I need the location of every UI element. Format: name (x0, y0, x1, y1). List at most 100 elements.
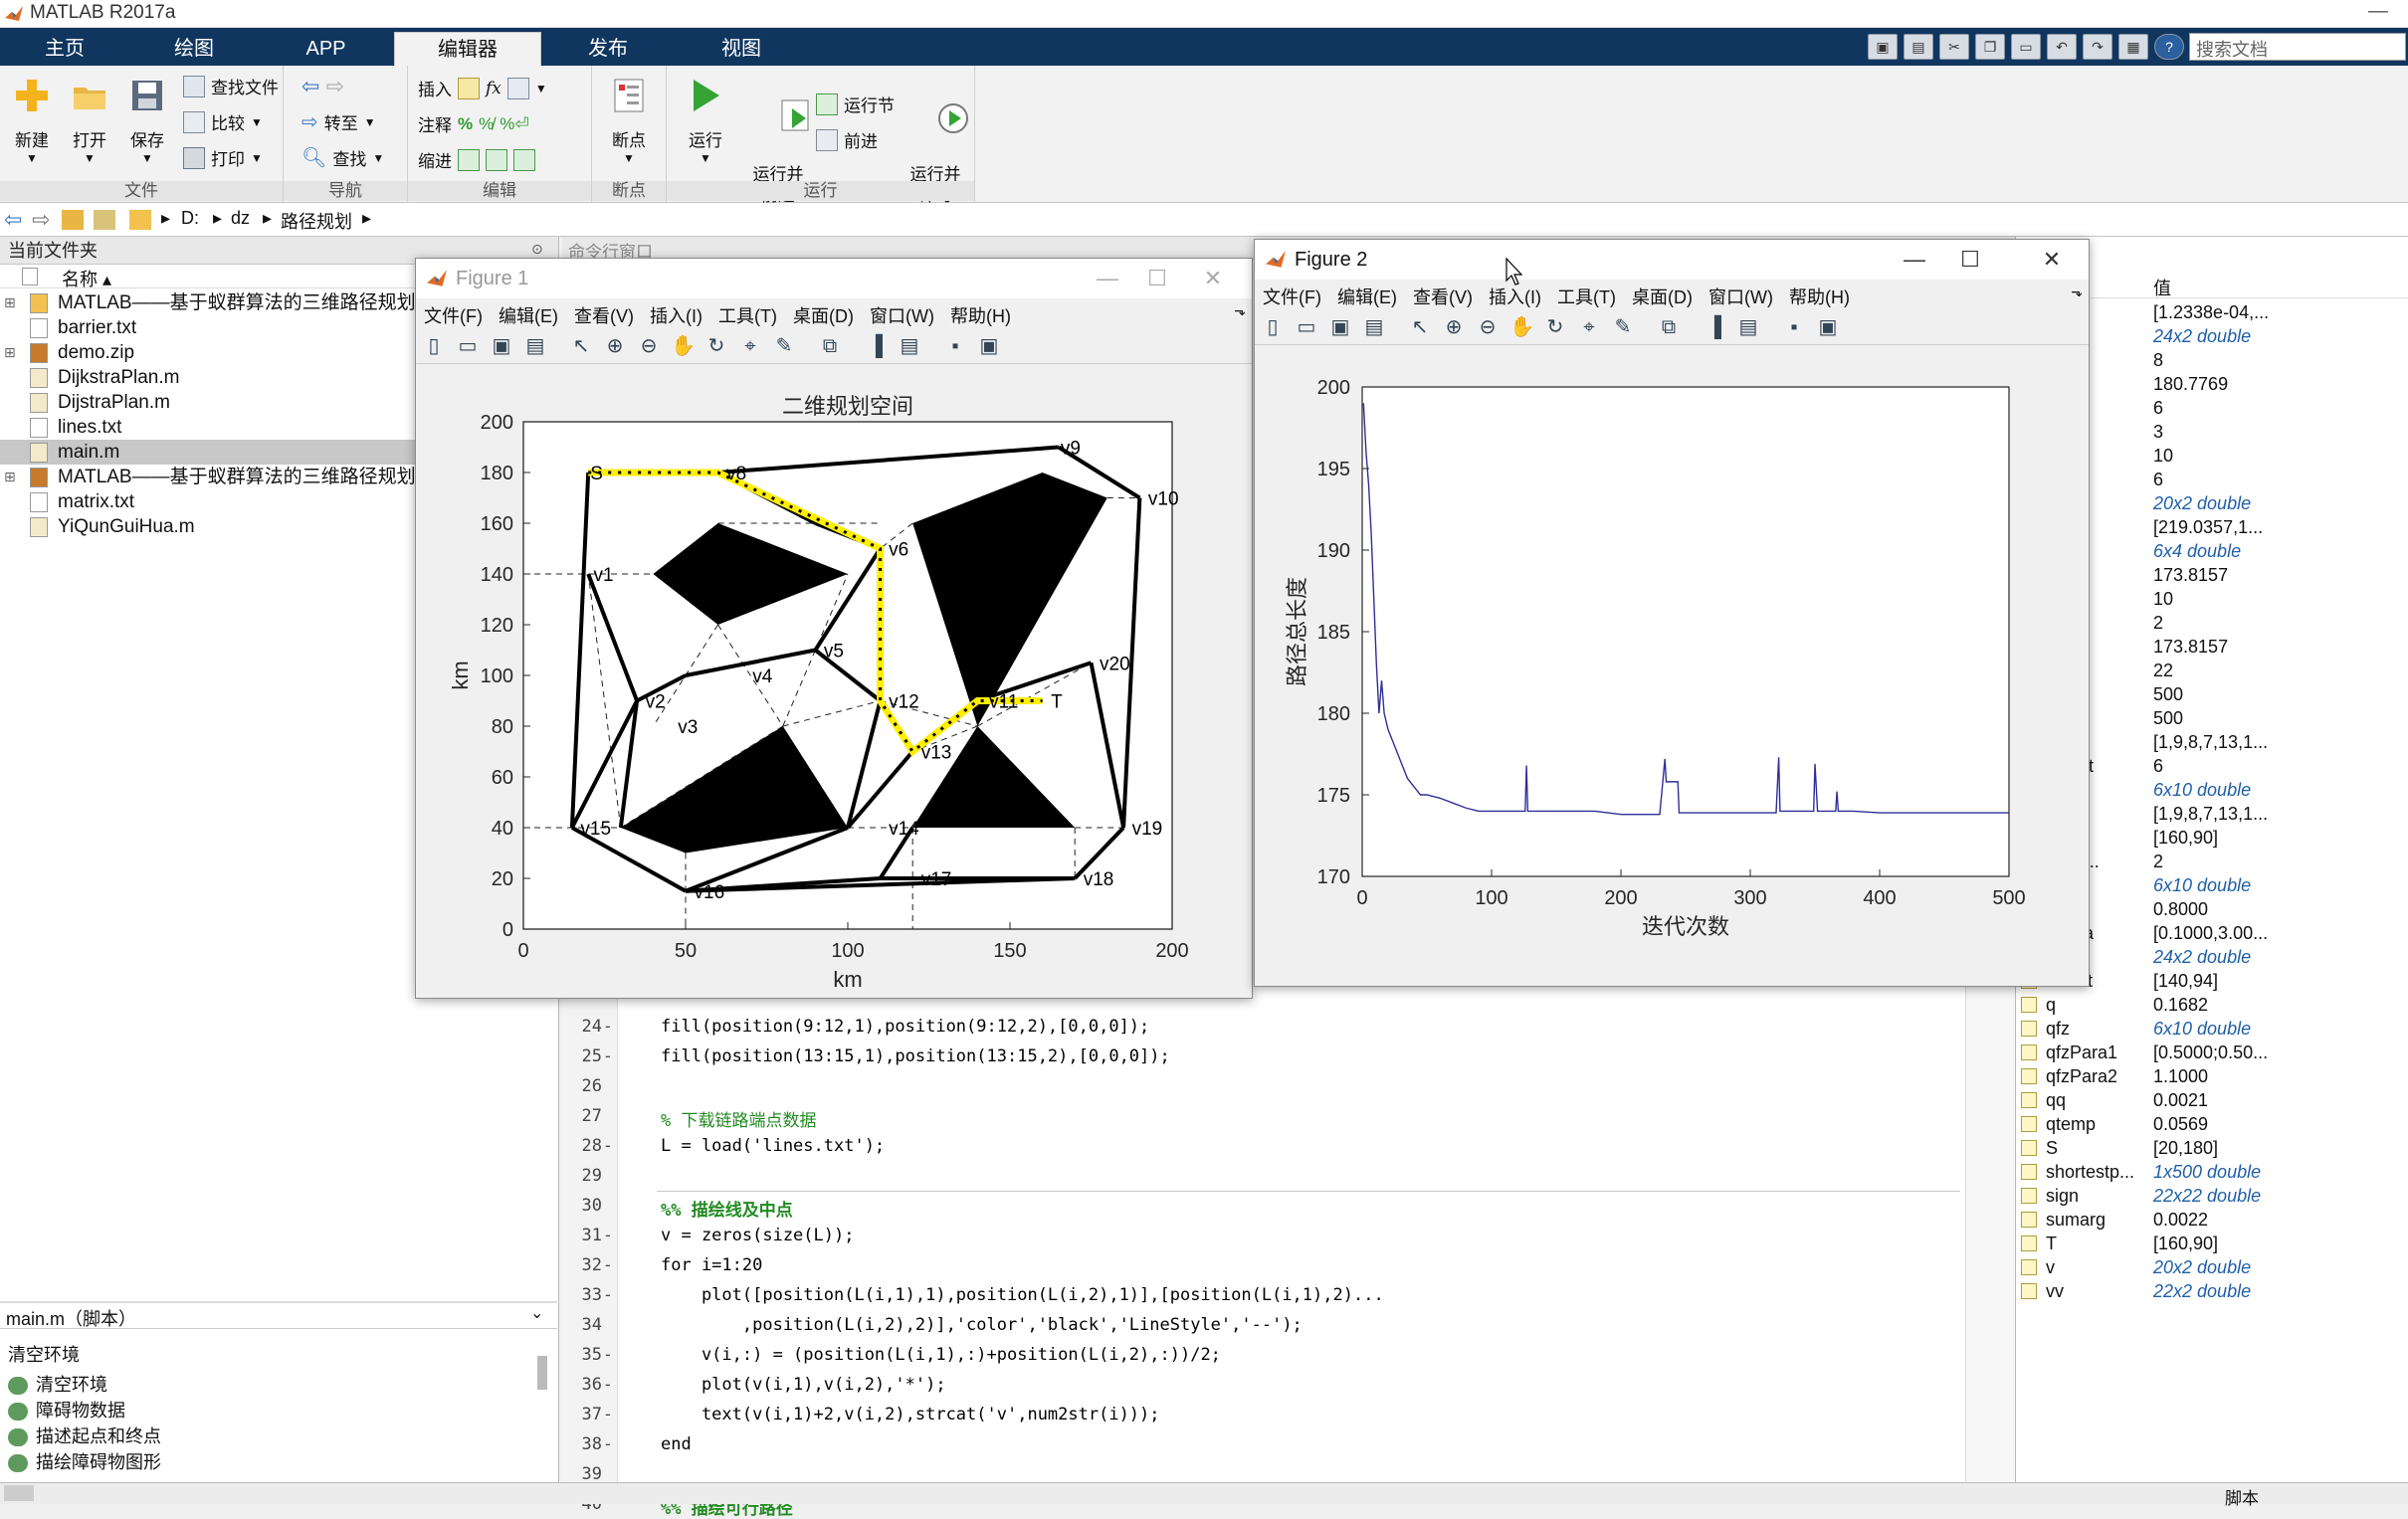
open-file-icon[interactable]: ▭ (456, 334, 480, 358)
colorbar-icon[interactable]: ▐ (864, 334, 888, 358)
menu-item[interactable]: 工具(T) (1549, 280, 1624, 309)
expand-plus-icon[interactable]: ⊞ (4, 340, 16, 365)
tab-home[interactable]: 主页 (10, 32, 119, 66)
zoom-out-icon[interactable]: ⊖ (1476, 315, 1500, 339)
code-line[interactable]: end (661, 1434, 692, 1454)
workspace-variable-row[interactable]: shortestp... 1x500 double (2016, 1160, 2408, 1184)
dock-arrow-icon[interactable]: ⬎ (2071, 284, 2083, 300)
qat-paste-icon[interactable]: ▭ (2011, 34, 2041, 60)
dock-arrow-icon[interactable]: ⬎ (1234, 302, 1246, 319)
panel-menu-icon[interactable]: ⊙ (531, 241, 543, 258)
run-button[interactable]: 运行 ▼ (681, 76, 730, 165)
show-plot-tools-icon[interactable]: ▣ (977, 334, 1001, 358)
qat-redo-icon[interactable]: ↷ (2083, 34, 2112, 60)
search-documentation-input[interactable]: 搜索文档 (2189, 33, 2406, 61)
up-folder-icon[interactable] (62, 210, 84, 230)
workspace-variable-row[interactable]: v 20x2 double (2016, 1255, 2408, 1279)
line-marker[interactable]: - (605, 1405, 611, 1424)
figure1-plot[interactable]: Sv8 v9 v10 v1 v6 v5 v4 v2 v3 v12 v11 Tv13 v20 v15 v14 v… (416, 364, 1252, 998)
legend-icon[interactable]: ▤ (898, 334, 921, 358)
figure2-plot[interactable]: 0 100 200 300 400 500170175180185190195200迭代次… (1255, 345, 2089, 986)
save-button[interactable]: 保存 ▼ (123, 76, 171, 165)
find-files-button[interactable]: 查找文件 (183, 74, 279, 98)
help-icon[interactable]: ? (2154, 34, 2184, 60)
line-marker[interactable]: - (605, 1255, 611, 1275)
new-button[interactable]: 新建 ▼ (8, 76, 56, 165)
maximize-icon[interactable]: ☐ (1945, 240, 1995, 280)
hide-plot-tools-icon[interactable]: ▪ (1782, 315, 1806, 339)
workspace-variable-row[interactable]: T [160,90] (2016, 1232, 2408, 1255)
workspace-variable-row[interactable]: qfzPara2 1.1000 (2016, 1064, 2408, 1088)
menu-item[interactable]: 窗口(W) (862, 298, 942, 328)
menu-item[interactable]: 编辑(E) (491, 298, 566, 328)
code-line[interactable]: for i=1:20 (661, 1255, 762, 1275)
line-marker[interactable]: - (605, 1017, 611, 1037)
value-column-header[interactable]: 值 (2153, 275, 2171, 300)
workspace-variable-row[interactable]: sign 22x22 double (2016, 1184, 2408, 1208)
address-drive[interactable]: D: (181, 208, 199, 229)
code-line[interactable]: ,position(L(i,2),2)],'color','black','Li… (661, 1315, 1303, 1335)
code-line[interactable]: v(i,:) = (position(L(i,1),:)+position(L(… (661, 1345, 1221, 1365)
code-line[interactable]: plot([position(L(i,1),1),position(L(i,2)… (661, 1285, 1384, 1305)
maximize-icon[interactable]: ☐ (1132, 259, 1182, 298)
back-arrow-icon[interactable]: ⇦ (4, 207, 22, 233)
code-line[interactable]: fill(position(9:12,1),position(9:12,2),[… (661, 1017, 1149, 1037)
tab-view[interactable]: 视图 (687, 32, 796, 66)
goto-button[interactable]: ⇨ 转至 ▼ (301, 109, 376, 134)
pan-hand-icon[interactable]: ✋ (671, 334, 696, 358)
legend-icon[interactable]: ▤ (1736, 315, 1760, 339)
new-figure-icon[interactable]: ▯ (1261, 315, 1285, 339)
data-cursor-icon[interactable]: ⌖ (1577, 315, 1601, 339)
forward-arrow-icon[interactable]: ⇨ (32, 207, 50, 233)
qat-layout-icon[interactable]: ▦ (2118, 34, 2148, 60)
new-figure-icon[interactable]: ▯ (422, 334, 446, 358)
tab-apps[interactable]: APP (269, 32, 383, 66)
zoom-in-icon[interactable]: ⊕ (603, 334, 627, 358)
line-marker[interactable]: - (605, 1285, 611, 1305)
print-button[interactable]: 打印 ▼ (183, 145, 263, 170)
show-plot-tools-icon[interactable]: ▣ (1816, 315, 1840, 339)
indent-button[interactable]: 缩进 (418, 147, 535, 172)
section-list-item[interactable]: 描绘障碍物图形 (8, 1448, 161, 1474)
close-icon[interactable]: ✕ (1188, 259, 1238, 298)
workspace-variable-row[interactable]: vv 22x2 double (2016, 1279, 2408, 1303)
qat-save-icon[interactable]: ▣ (1868, 34, 1898, 60)
expand-plus-icon[interactable]: ⊞ (4, 465, 16, 489)
tab-editor[interactable]: 编辑器 (394, 32, 541, 66)
comment-button[interactable]: 注释% %̸ %⏎ (418, 111, 529, 136)
rotate-3d-icon[interactable]: ↻ (1543, 315, 1567, 339)
menu-item[interactable]: 文件(F) (1255, 280, 1329, 309)
expand-plus-icon[interactable]: ⊞ (4, 290, 16, 315)
edit-plot-arrow-icon[interactable]: ↖ (569, 334, 593, 358)
insert-button[interactable]: 插入 fx ▼ (418, 76, 547, 100)
workspace-variable-row[interactable]: qtemp 0.0569 (2016, 1112, 2408, 1136)
line-marker[interactable]: - (605, 1046, 611, 1066)
hide-plot-tools-icon[interactable]: ▪ (943, 334, 967, 358)
address-folder-dz[interactable]: dz (231, 208, 250, 229)
code-line[interactable]: text(v(i,1)+2,v(i,2),strcat('v',num2str(… (661, 1405, 1160, 1424)
line-marker[interactable]: - (605, 1226, 611, 1245)
qat-undo-icon[interactable]: ↶ (2047, 34, 2077, 60)
brush-icon[interactable]: ✎ (1611, 315, 1635, 339)
rotate-3d-icon[interactable]: ↻ (704, 334, 728, 358)
compare-button[interactable]: 比较 ▼ (183, 109, 263, 134)
menu-item[interactable]: 插入(I) (642, 298, 710, 328)
menu-item[interactable]: 窗口(W) (1701, 280, 1781, 309)
save-figure-icon[interactable]: ▣ (1328, 315, 1352, 339)
line-marker[interactable]: - (605, 1136, 611, 1156)
run-section-button[interactable]: 运行节 (816, 92, 895, 116)
menu-item[interactable]: 编辑(E) (1329, 280, 1405, 309)
section-list-item[interactable]: 障碍物数据 (8, 1397, 125, 1423)
close-icon[interactable]: ✕ (2027, 240, 2077, 280)
open-file-icon[interactable]: ▭ (1295, 315, 1318, 339)
link-plot-icon[interactable]: ⧉ (1657, 315, 1681, 339)
zoom-out-icon[interactable]: ⊖ (637, 334, 661, 358)
status-scroll-icon[interactable] (4, 1485, 34, 1501)
workspace-variable-row[interactable]: S [20,180] (2016, 1136, 2408, 1160)
details-scrollbar[interactable] (537, 1356, 547, 1390)
menu-item[interactable]: 帮助(H) (1781, 280, 1858, 309)
menu-item[interactable]: 帮助(H) (942, 298, 1019, 328)
line-marker[interactable]: - (605, 1434, 611, 1454)
minimize-icon[interactable]: — (1890, 240, 1939, 280)
print-figure-icon[interactable]: ▤ (1362, 315, 1386, 339)
